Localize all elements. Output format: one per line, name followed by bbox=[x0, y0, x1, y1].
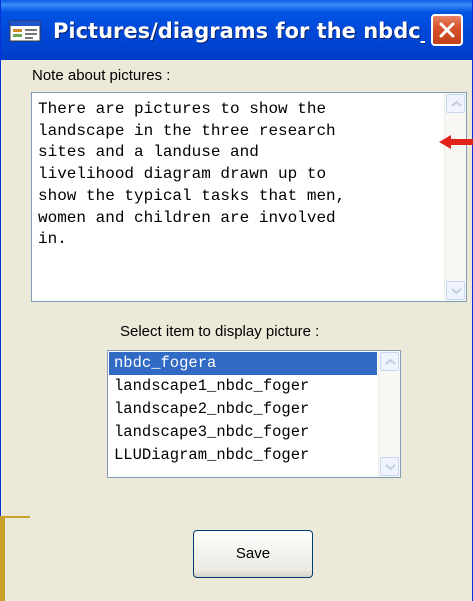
window-title: Pictures/diagrams for the nbdc_... bbox=[53, 19, 425, 43]
list-item-selected[interactable]: nbdc_fogera bbox=[109, 352, 377, 375]
save-button[interactable]: Save bbox=[193, 530, 313, 578]
close-icon bbox=[439, 22, 455, 38]
scroll-down-button[interactable] bbox=[380, 457, 399, 476]
picture-listbox[interactable]: nbdc_fogera landscape1_nbdc_foger landsc… bbox=[107, 350, 401, 478]
list-item[interactable]: LLUDiagram_nbdc_foger bbox=[109, 444, 377, 467]
title-bar[interactable]: Pictures/diagrams for the nbdc_... bbox=[1, 0, 472, 60]
scroll-up-button[interactable] bbox=[380, 352, 399, 371]
list-item[interactable]: landscape1_nbdc_foger bbox=[109, 375, 377, 398]
dialog-window: Pictures/diagrams for the nbdc_... Note … bbox=[0, 0, 473, 601]
note-scrollbar[interactable] bbox=[444, 93, 466, 301]
chevron-down-icon bbox=[385, 464, 396, 471]
window-app-icon bbox=[9, 20, 41, 42]
page: Pictures/diagrams for the nbdc_... Note … bbox=[0, 0, 473, 601]
close-button[interactable] bbox=[431, 14, 463, 46]
note-label: Note about pictures : bbox=[32, 67, 171, 84]
chevron-up-icon bbox=[451, 100, 462, 107]
list-item[interactable]: landscape3_nbdc_foger bbox=[109, 421, 377, 444]
chevron-down-icon bbox=[451, 288, 462, 295]
arrow-left-icon bbox=[439, 135, 473, 149]
listbox-scrollbar[interactable] bbox=[378, 351, 400, 477]
scroll-up-button[interactable] bbox=[446, 94, 465, 113]
note-text[interactable]: There are pictures to show the landscape… bbox=[38, 99, 438, 251]
select-label: Select item to display picture : bbox=[120, 323, 320, 340]
chevron-up-icon bbox=[385, 358, 396, 365]
slide-accent-bar bbox=[0, 516, 5, 601]
scroll-down-button[interactable] bbox=[446, 281, 465, 300]
list-item[interactable]: landscape2_nbdc_foger bbox=[109, 398, 377, 421]
note-textarea[interactable]: There are pictures to show the landscape… bbox=[31, 92, 467, 302]
